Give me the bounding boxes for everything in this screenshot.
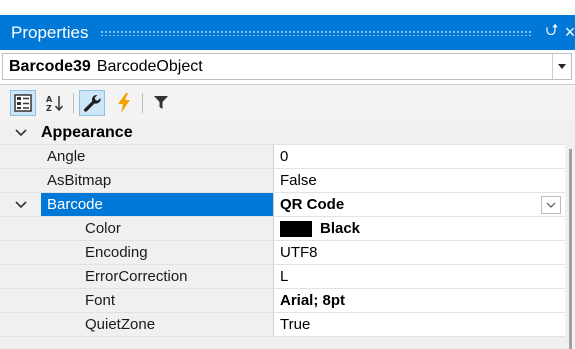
pin-icon[interactable]: ⮍ bbox=[543, 19, 561, 46]
top-strip bbox=[0, 0, 575, 15]
property-row-color[interactable]: Color Black bbox=[0, 217, 575, 241]
object-selector-box[interactable]: Barcode39 BarcodeObject bbox=[2, 53, 572, 80]
titlebar-grip bbox=[100, 29, 531, 36]
alphabetical-view-button[interactable]: A Z bbox=[42, 90, 68, 116]
property-name: Color bbox=[41, 217, 274, 240]
category-appearance[interactable]: Appearance bbox=[0, 121, 575, 145]
svg-text:Z: Z bbox=[46, 104, 52, 112]
filter-button[interactable] bbox=[148, 90, 174, 116]
barcode-value-text: QR Code bbox=[280, 196, 345, 213]
object-selector-dropdown-button[interactable] bbox=[552, 54, 571, 79]
events-tab-button[interactable] bbox=[111, 90, 137, 116]
chevron-down-icon bbox=[546, 202, 556, 208]
object-selector[interactable]: Barcode39 BarcodeObject bbox=[0, 50, 575, 85]
property-row-encoding[interactable]: Encoding UTF8 bbox=[0, 241, 575, 265]
collapse-chevron-icon[interactable] bbox=[0, 125, 41, 140]
property-row-angle[interactable]: Angle 0 bbox=[0, 145, 575, 169]
categorized-icon bbox=[14, 94, 32, 112]
property-value[interactable]: Black bbox=[274, 217, 565, 240]
category-label: Appearance bbox=[41, 123, 133, 141]
property-name: QuietZone bbox=[41, 313, 274, 336]
property-value[interactable]: False bbox=[274, 169, 565, 192]
property-name: Font bbox=[41, 289, 274, 312]
properties-titlebar: Properties ⮍ × bbox=[0, 15, 575, 50]
toolbar-separator bbox=[73, 93, 74, 113]
property-row-errorcorrection[interactable]: ErrorCorrection L bbox=[0, 265, 575, 289]
property-value[interactable]: L bbox=[274, 265, 565, 288]
property-name: ErrorCorrection bbox=[41, 265, 274, 288]
property-value[interactable]: QR Code bbox=[274, 193, 565, 216]
expand-chevron-icon[interactable] bbox=[0, 193, 41, 216]
wrench-icon bbox=[84, 94, 101, 112]
property-name-selected: Barcode bbox=[41, 193, 274, 216]
scrollbar-thumb[interactable] bbox=[569, 149, 572, 349]
object-type: BarcodeObject bbox=[96, 57, 203, 75]
color-value-text: Black bbox=[320, 220, 361, 237]
property-name: AsBitmap bbox=[41, 169, 274, 192]
object-name: Barcode39 bbox=[9, 57, 91, 75]
property-row-font[interactable]: Font Arial; 8pt bbox=[0, 289, 575, 313]
property-row-quietzone[interactable]: QuietZone True bbox=[0, 313, 575, 337]
vertical-scrollbar[interactable] bbox=[565, 121, 575, 349]
svg-text:A: A bbox=[46, 95, 53, 104]
property-value[interactable]: True bbox=[274, 313, 565, 336]
property-value[interactable]: 0 bbox=[274, 145, 565, 168]
sort-az-icon: A Z bbox=[46, 95, 64, 112]
dropdown-arrow-icon bbox=[558, 64, 566, 69]
property-row-barcode[interactable]: Barcode QR Code bbox=[0, 193, 575, 217]
close-icon[interactable]: × bbox=[561, 22, 575, 43]
property-row-asbitmap[interactable]: AsBitmap False bbox=[0, 169, 575, 193]
property-grid: Appearance Angle 0 AsBitmap False Barcod… bbox=[0, 121, 575, 349]
categorized-view-button[interactable] bbox=[10, 90, 36, 116]
property-name: Encoding bbox=[41, 241, 274, 264]
color-swatch bbox=[280, 220, 312, 237]
lightning-icon bbox=[118, 93, 130, 113]
property-name: Angle bbox=[41, 145, 274, 168]
properties-toolbar: A Z bbox=[0, 85, 575, 121]
filter-icon bbox=[154, 96, 168, 109]
toolbar-separator-2 bbox=[142, 93, 143, 113]
panel-title: Properties bbox=[11, 22, 89, 42]
properties-tab-button[interactable] bbox=[79, 90, 105, 116]
property-value[interactable]: UTF8 bbox=[274, 241, 565, 264]
property-value[interactable]: Arial; 8pt bbox=[274, 289, 565, 312]
barcode-dropdown-button[interactable] bbox=[541, 196, 561, 214]
